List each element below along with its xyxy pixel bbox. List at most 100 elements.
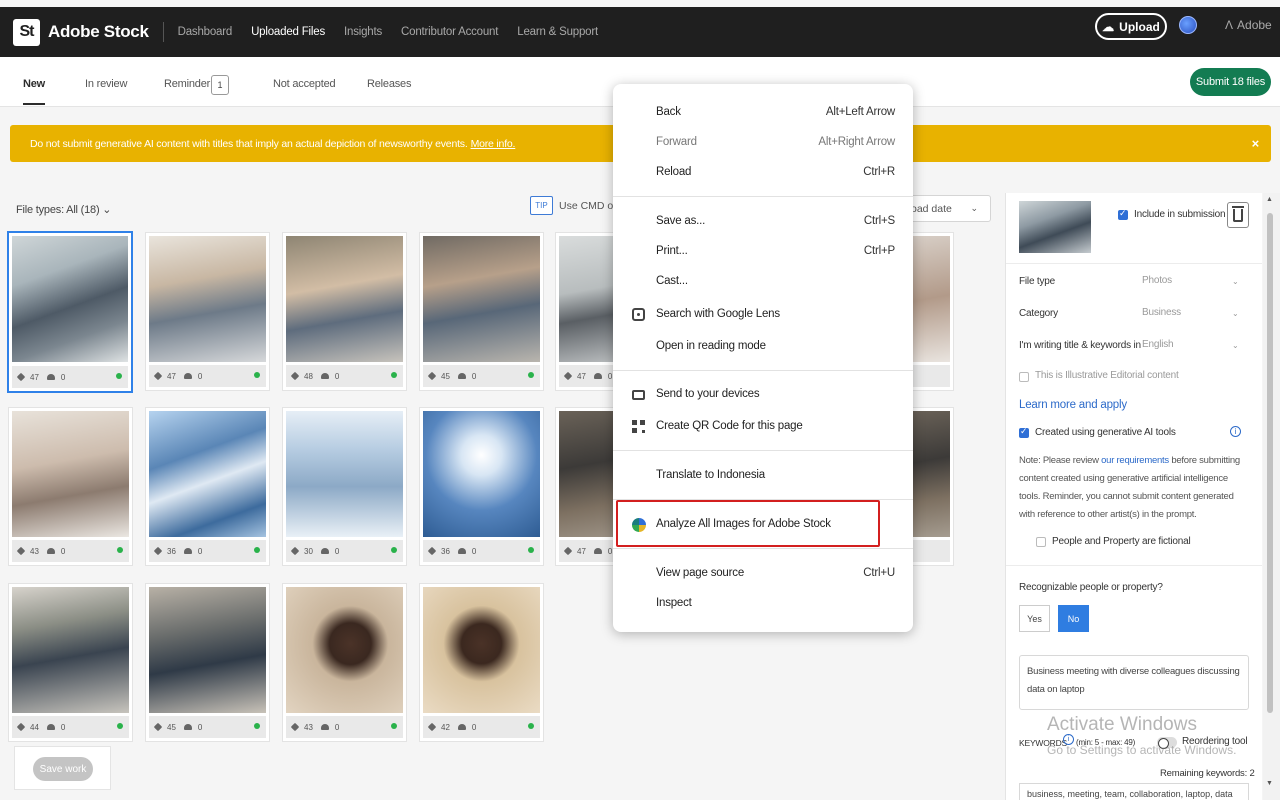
nav-insights[interactable]: Insights [344,26,382,38]
nav-dashboard[interactable]: Dashboard [178,26,233,38]
menu-reading-mode[interactable]: Open in reading mode [613,332,913,362]
scroll-down-icon[interactable]: ▼ [1266,780,1273,787]
keyword-count: 30 [304,546,313,556]
menu-separator [613,450,913,451]
thumbnail-image [423,587,540,713]
menu-send-to-devices[interactable]: Send to your devices [613,380,913,410]
file-thumbnail[interactable]: 36 0 [419,407,544,566]
file-thumbnail[interactable]: 48 0 [282,232,407,391]
yes-button[interactable]: Yes [1019,605,1050,632]
menu-item-shortcut: Ctrl+P [863,245,895,257]
thumbnail-image [286,236,403,362]
menu-inspect[interactable]: Inspect [613,589,913,619]
title-textarea[interactable]: Business meeting with diverse colleagues… [1019,655,1249,710]
file-thumbnail[interactable]: 43 0 [282,583,407,742]
upload-button[interactable]: ☁ Upload [1095,13,1167,40]
menu-item-label: Translate to Indonesia [656,469,765,481]
file-thumbnail[interactable]: 45 0 [419,232,544,391]
scroll-thumb[interactable] [1267,213,1273,713]
tab-new[interactable]: New [23,78,45,105]
release-count: 0 [334,722,340,732]
tab-releases[interactable]: Releases [367,78,411,90]
file-thumbnail[interactable]: 45 0 [145,583,270,742]
scroll-up-icon[interactable]: ▲ [1266,196,1273,203]
keyword-count: 43 [30,546,39,556]
adobe-link[interactable]: Λ Adobe [1225,18,1272,32]
status-dot [391,723,397,729]
menu-separator [613,370,913,371]
submit-files-button[interactable]: Submit 18 files [1190,68,1271,96]
release-count: 0 [471,371,477,381]
menu-qr-code[interactable]: Create QR Code for this page [613,412,913,442]
category-label: Category [1019,308,1058,319]
save-work-button[interactable]: Save work [33,757,93,781]
sort-dropdown[interactable]: oad date ⌄ [900,195,991,222]
release-count: 0 [334,546,340,556]
alert-close-icon[interactable]: × [1252,136,1260,151]
file-thumbnail[interactable]: 47 0 [7,231,133,393]
thumbnail-meta: 43 0 [286,716,403,738]
nav-learn-support[interactable]: Learn & Support [517,26,598,38]
tab-not-accepted[interactable]: Not accepted [273,78,336,90]
fictional-checkbox[interactable] [1036,537,1046,547]
menu-reload[interactable]: Reload Ctrl+R [613,158,913,188]
no-button[interactable]: No [1058,605,1089,632]
thumbnail-meta: 47 0 [12,366,128,388]
nav-contributor-account[interactable]: Contributor Account [401,26,498,38]
release-count: 0 [197,722,203,732]
menu-item-label: Forward [656,136,697,148]
include-submission-checkbox[interactable] [1118,208,1128,220]
menu-view-source[interactable]: View page source Ctrl+U [613,559,913,589]
panel-scrollbar[interactable]: ▲ ▼ [1263,193,1280,800]
trash-icon[interactable] [1227,202,1249,228]
menu-save-as[interactable]: Save as... Ctrl+S [613,207,913,237]
generative-ai-checkbox[interactable] [1019,426,1029,438]
info-icon[interactable]: i [1230,426,1241,437]
file-type-select[interactable]: Photos [1142,275,1172,286]
menu-translate[interactable]: Translate to Indonesia [613,461,913,491]
file-types-label: File types: All (18) [16,204,100,216]
reminder-count-badge: 1 [211,75,229,95]
status-dot [528,723,534,729]
nav-divider [162,22,164,42]
menu-forward[interactable]: Forward Alt+Right Arrow [613,128,913,158]
release-count: 0 [607,546,613,556]
status-dot [254,723,260,729]
menu-item-label: Create QR Code for this page [656,420,803,432]
category-select[interactable]: Business [1142,307,1181,318]
tab-reminder[interactable]: Reminder [164,78,210,90]
file-thumbnail[interactable]: 42 0 [419,583,544,742]
keywords-input[interactable]: business, meeting, team, collaboration, … [1019,783,1249,800]
tab-in-review[interactable]: In review [85,78,127,90]
keyword-count: 45 [167,722,176,732]
menu-google-lens[interactable]: Search with Google Lens [613,300,913,330]
adobe-label: Adobe [1237,18,1272,32]
thumbnail-image [286,587,403,713]
release-count: 0 [197,371,203,381]
file-thumbnail[interactable]: 30 0 [282,407,407,566]
file-thumbnail[interactable]: 47 0 [145,232,270,391]
release-count: 0 [334,371,340,381]
language-select[interactable]: English [1142,339,1174,350]
keyword-count: 48 [304,371,313,381]
brand-name[interactable]: Adobe Stock [48,22,149,42]
note-text: Note: Please review [1019,455,1099,466]
nav-uploaded-files[interactable]: Uploaded Files [251,26,325,38]
file-types-filter[interactable]: File types: All (18) ⌄ [16,203,112,216]
more-info-link[interactable]: More info. [471,138,516,150]
learn-more-link[interactable]: Learn more and apply [1019,399,1127,411]
keyword-count: 44 [30,722,39,732]
menu-back[interactable]: Back Alt+Left Arrow [613,98,913,128]
tip-badge: TIP [530,196,553,215]
editorial-checkbox[interactable] [1019,372,1029,382]
file-thumbnail[interactable]: 43 0 [8,407,133,566]
menu-cast[interactable]: Cast... [613,267,913,297]
requirements-link[interactable]: our requirements [1101,455,1169,466]
menu-print[interactable]: Print... Ctrl+P [613,237,913,267]
adobe-stock-logo[interactable]: St [13,18,40,46]
file-thumbnail[interactable]: 44 0 [8,583,133,742]
file-thumbnail[interactable]: 36 0 [145,407,270,566]
status-dot [117,723,123,729]
generative-ai-note: Note: Please review our requirements bef… [1019,452,1251,524]
globe-icon[interactable] [1179,16,1197,34]
